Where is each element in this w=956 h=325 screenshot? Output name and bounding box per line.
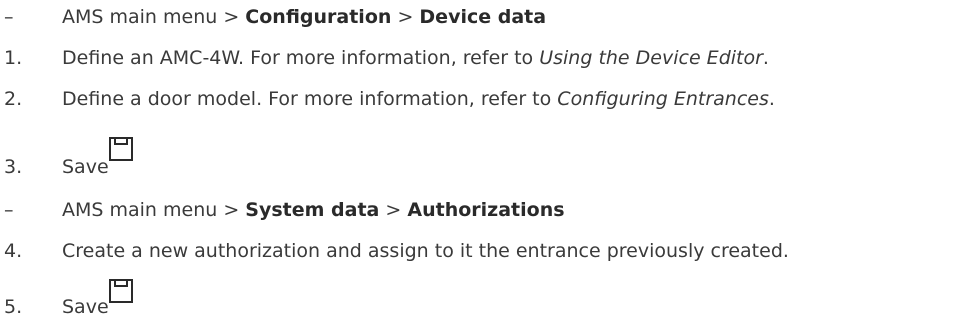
step-number: 5. [4, 296, 23, 318]
reference-using-device-editor: Using the Device Editor [539, 47, 763, 69]
menu-item-device-data: Device data [419, 6, 547, 28]
menu-path-separator: > [379, 199, 408, 221]
menu-item-configuration: Configuration [245, 6, 392, 28]
step-number: 1. [4, 47, 23, 69]
menu-item-authorizations: Authorizations [407, 199, 565, 221]
menu-item-system-data: System data [245, 199, 380, 221]
step-number: 3. [4, 156, 23, 178]
menu-path-text: AMS main menu > Configuration > Device d… [62, 2, 546, 32]
menu-path-prefix: AMS main menu > [62, 199, 246, 221]
menu-path-text: AMS main menu > System data > Authorizat… [62, 195, 565, 225]
menu-path-prefix: AMS main menu > [62, 6, 246, 28]
step-text: Define an AMC-4W. For more information, … [62, 43, 769, 73]
step-text-main: Define an AMC-4W. For more information, … [62, 47, 540, 69]
step-number: 2. [4, 88, 23, 110]
step-number: 4. [4, 240, 23, 262]
step-save-label: Save [62, 296, 109, 318]
save-icon [108, 278, 134, 304]
reference-configuring-entrances: Configuring Entrances [557, 88, 769, 110]
step-save-label: Save [62, 156, 109, 178]
step-text: Create a new authorization and assign to… [62, 240, 789, 262]
bullet-marker: – [4, 6, 14, 28]
step-text-end: . [768, 88, 775, 110]
bullet-marker: – [4, 199, 14, 221]
step-text-main: Define a door model. For more informatio… [62, 88, 558, 110]
step-text-end: . [762, 47, 769, 69]
step-text: Define a door model. For more informatio… [62, 84, 775, 114]
save-icon [108, 136, 134, 162]
menu-path-separator: > [391, 6, 420, 28]
